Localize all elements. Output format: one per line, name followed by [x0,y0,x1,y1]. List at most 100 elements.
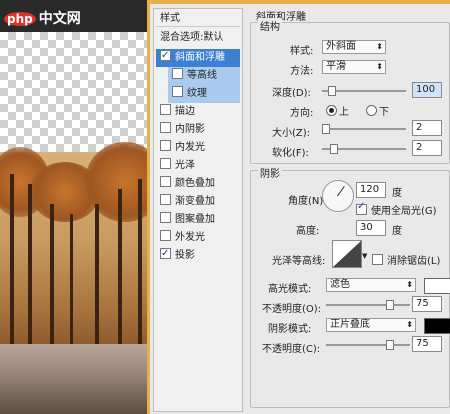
size-slider[interactable] [322,124,406,134]
style-item-label: 投影 [175,250,195,261]
style-item-label: 纹理 [187,88,207,99]
style-item-label: 描边 [175,106,195,117]
highlight-color-swatch[interactable] [424,278,450,294]
global-light-check-icon[interactable] [356,201,367,215]
style-item-label: 内发光 [175,142,205,153]
direction-up-label: 上 [339,107,349,118]
depth-slider-thumb[interactable] [328,86,336,96]
style-item-label: 外发光 [175,232,205,243]
styles-list-panel: 样式 混合选项:默认 斜面和浮雕 等高线 纹理 描边 内阴影 内发光 光泽 颜色… [153,8,243,412]
global-light-label: 使用全局光(G) [371,206,437,217]
highlight-opacity-input[interactable]: 75 [412,296,442,312]
shadow-opacity-input[interactable]: 75 [412,336,442,352]
highlight-opacity-slider[interactable] [326,300,410,310]
style-item-label: 斜面和浮雕 [175,52,225,63]
size-slider-thumb[interactable] [322,124,330,134]
styles-header[interactable]: 样式 [156,11,240,27]
depth-slider[interactable] [322,86,406,96]
angle-input[interactable]: 120 [356,182,386,198]
gradient-overlay-checkbox[interactable] [160,194,171,205]
bevel-style-select[interactable]: 外斜面 ⬍ [322,40,386,54]
document-canvas[interactable]: php 中文网 [0,0,150,414]
style-item-contour[interactable]: 等高线 [168,67,240,85]
depth-label: 深度(D): [272,88,311,99]
highlight-mode-select[interactable]: 滤色 ⬍ [326,278,416,292]
shadow-mode-value: 正片叠底 [330,319,370,330]
global-light-checkbox[interactable]: 使用全局光(G) [356,201,437,217]
angle-dial[interactable] [322,180,354,212]
inner-glow-checkbox[interactable] [160,140,171,151]
style-item-texture[interactable]: 纹理 [168,85,240,103]
stroke-checkbox[interactable] [160,104,171,115]
style-item-inner-shadow[interactable]: 内阴影 [156,121,240,139]
bevel-method-select[interactable]: 平滑 ⬍ [322,60,386,74]
altitude-input[interactable]: 30 [356,220,386,236]
structure-title: 结构 [258,18,282,33]
settings-panel: 斜面和浮雕 结构 样式: 外斜面⬍ 方法: 平滑⬍ 深度(D): 100 方向:… [246,8,450,410]
direction-down-radio[interactable]: 下 [366,103,389,118]
soften-slider-thumb[interactable] [330,144,338,154]
bevel-style-value: 外斜面 [326,41,356,52]
color-overlay-checkbox[interactable] [160,176,171,187]
style-item-satin[interactable]: 光泽 [156,157,240,175]
highlight-mode-label: 高光模式: [268,284,312,295]
highlight-opacity-label: 不透明度(O): [262,304,322,315]
soften-input[interactable]: 2 [412,140,442,156]
transparency-checkerboard [0,32,150,152]
dropdown-arrow-icon: ⬍ [376,42,383,51]
style-item-label: 内阴影 [175,124,205,135]
dropdown-arrow-icon: ⬍ [406,320,413,329]
shadow-opacity-label: 不透明度(C): [262,344,321,355]
anti-alias-checkbox[interactable]: 消除锯齿(L) [372,252,440,267]
shadow-mode-label: 阴影模式: [268,324,312,335]
highlight-opacity-thumb[interactable] [386,300,394,310]
style-item-drop-shadow[interactable]: 投影 [156,245,240,265]
blend-options-item[interactable]: 混合选项:默认 [156,29,240,47]
dropdown-arrow-icon: ⬍ [376,62,383,71]
style-item-bevel-emboss[interactable]: 斜面和浮雕 [156,47,240,67]
bevel-checkbox[interactable] [160,47,171,65]
size-label: 大小(Z): [272,128,311,139]
outer-glow-checkbox[interactable] [160,230,171,241]
radio-up-icon[interactable] [326,105,337,116]
style-item-gradient-overlay[interactable]: 渐变叠加 [156,193,240,211]
drop-shadow-checkbox[interactable] [160,245,171,263]
style-item-label: 渐变叠加 [175,196,215,207]
direction-down-label: 下 [379,107,389,118]
satin-checkbox[interactable] [160,158,171,169]
contour-checkbox[interactable] [172,68,183,79]
shadow-color-swatch[interactable] [424,318,450,334]
pattern-overlay-checkbox[interactable] [160,212,171,223]
size-input[interactable]: 2 [412,120,442,136]
inner-shadow-checkbox[interactable] [160,122,171,133]
contour-curve-icon [333,241,361,267]
dropdown-arrow-icon: ⬍ [406,280,413,289]
style-item-label: 等高线 [187,70,217,81]
contour-dropdown-arrow-icon[interactable]: ▼ [362,252,367,260]
gloss-contour-preview[interactable] [332,240,362,268]
watermark-text: 中文网 [38,11,81,27]
anti-alias-check-icon[interactable] [372,254,383,265]
style-item-stroke[interactable]: 描边 [156,103,240,121]
altitude-unit: 度 [392,226,402,237]
shadow-opacity-slider[interactable] [326,340,410,350]
bevel-method-value: 平滑 [326,61,346,72]
shadow-opacity-thumb[interactable] [386,340,394,350]
texture-checkbox[interactable] [172,86,183,97]
angle-indicator [337,185,345,197]
altitude-label: 高度: [296,226,320,237]
anti-alias-label: 消除锯齿(L) [387,256,441,267]
shadow-mode-select[interactable]: 正片叠底 ⬍ [326,318,416,332]
style-item-pattern-overlay[interactable]: 图案叠加 [156,211,240,229]
radio-down-icon[interactable] [366,105,377,116]
soften-slider[interactable] [322,144,406,154]
style-item-inner-glow[interactable]: 内发光 [156,139,240,157]
depth-input[interactable]: 100 [412,82,442,98]
watermark-logo: php 中文网 [4,8,81,28]
highlight-mode-value: 滤色 [330,279,350,290]
gloss-contour-label: 光泽等高线: [272,256,326,267]
php-logo: php [4,12,36,26]
style-item-color-overlay[interactable]: 颜色叠加 [156,175,240,193]
direction-up-radio[interactable]: 上 [326,103,349,118]
angle-label: 角度(N): [288,196,327,207]
